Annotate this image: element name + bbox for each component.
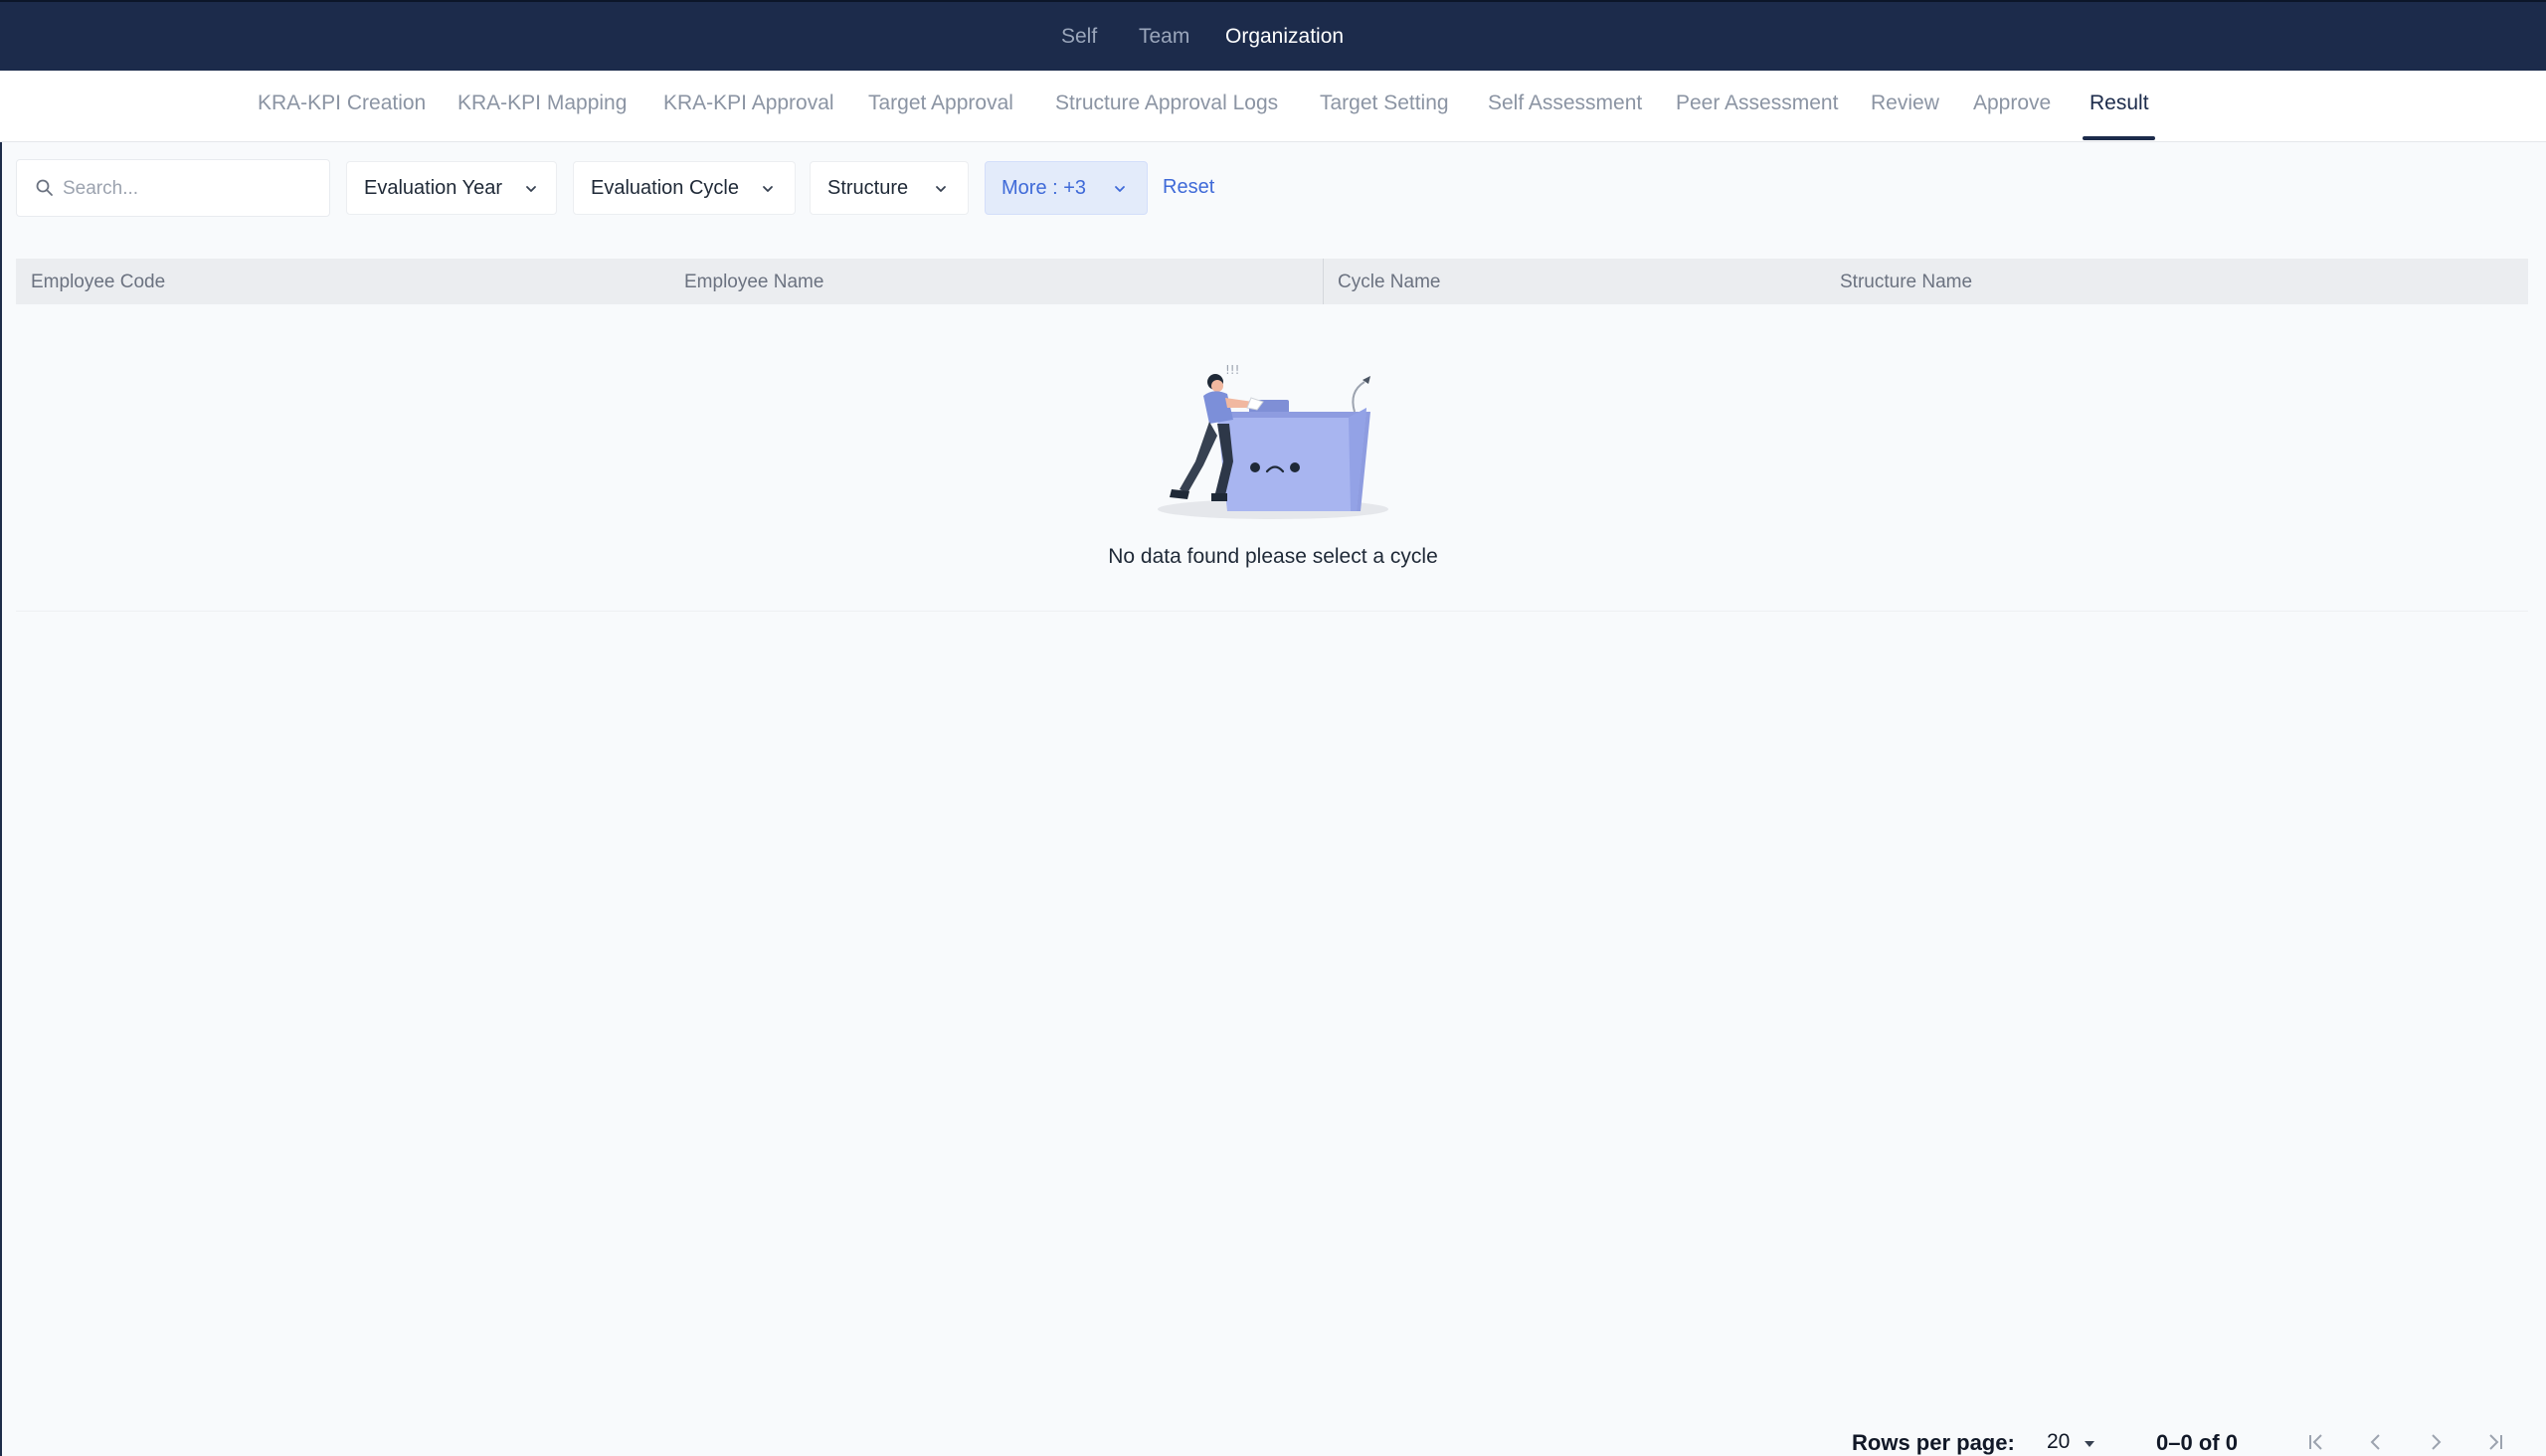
tab-approve[interactable]: Approve — [1973, 71, 2051, 141]
tab-target-setting[interactable]: Target Setting — [1320, 71, 1449, 141]
empty-state-message: No data found please select a cycle — [1108, 545, 1438, 568]
more-filters-dropdown[interactable]: More : +3 — [985, 161, 1148, 215]
structure-label: Structure — [827, 177, 909, 199]
structure-dropdown[interactable]: Structure — [810, 161, 969, 215]
tab-target-approval[interactable]: Target Approval — [868, 71, 1013, 141]
tab-self-assessment[interactable]: Self Assessment — [1488, 71, 1642, 141]
nav-item-organization-label: Organization — [1225, 24, 1345, 48]
nav-item-team[interactable]: Team — [1139, 2, 1189, 71]
column-header-employee-code[interactable]: Employee Code — [31, 272, 165, 293]
evaluation-cycle-dropdown[interactable]: Evaluation Cycle — [573, 161, 796, 215]
nav-item-self[interactable]: Self — [1061, 2, 1097, 71]
tab-kra-kpi-mapping[interactable]: KRA-KPI Mapping — [457, 71, 627, 141]
chevron-down-icon — [526, 186, 536, 192]
caret-down-icon[interactable] — [2083, 1439, 2096, 1449]
module-tabs: KRA-KPI Creation KRA-KPI Mapping KRA-KPI… — [0, 71, 2546, 142]
tab-structure-approval-logs[interactable]: Structure Approval Logs — [1055, 71, 1278, 141]
chevron-down-icon — [936, 186, 946, 192]
chevron-down-icon — [763, 186, 773, 192]
pagination-range: 0–0 of 0 — [2156, 1430, 2238, 1455]
first-page-icon[interactable] — [2300, 1428, 2332, 1456]
svg-text:!!!: !!! — [1225, 363, 1239, 377]
tab-review[interactable]: Review — [1871, 71, 1939, 141]
rows-per-page-label: Rows per page: — [1852, 1430, 2015, 1455]
more-filters-label: More : +3 — [1001, 177, 1087, 199]
search-input[interactable] — [61, 170, 313, 208]
last-page-icon[interactable] — [2479, 1428, 2511, 1456]
chevron-down-icon — [1115, 186, 1125, 192]
search-box — [16, 159, 330, 217]
evaluation-year-label: Evaluation Year — [364, 177, 503, 199]
tab-peer-assessment[interactable]: Peer Assessment — [1676, 71, 1838, 141]
tab-result[interactable]: Result — [2090, 71, 2149, 141]
next-page-icon[interactable] — [2420, 1428, 2452, 1456]
evaluation-year-dropdown[interactable]: Evaluation Year — [346, 161, 557, 215]
search-icon — [36, 179, 53, 196]
nav-item-team-label: Team — [1139, 24, 1190, 48]
evaluation-cycle-label: Evaluation Cycle — [591, 177, 739, 199]
table-header: Employee Code Employee Name Cycle Name S… — [16, 259, 2528, 304]
nav-item-organization[interactable]: Organization — [1225, 2, 1344, 71]
empty-folder-illustration: !!! — [1158, 363, 1388, 519]
top-navigation-bar: Self Team Organization — [0, 0, 2546, 71]
table-bottom-divider — [16, 611, 2528, 612]
previous-page-icon[interactable] — [2360, 1428, 2392, 1456]
tab-kra-kpi-approval[interactable]: KRA-KPI Approval — [663, 71, 834, 141]
active-tab-indicator — [2083, 136, 2155, 140]
column-resize-handle[interactable] — [1323, 259, 1324, 304]
column-header-cycle-name[interactable]: Cycle Name — [1338, 272, 1440, 293]
tab-kra-kpi-creation[interactable]: KRA-KPI Creation — [258, 71, 426, 141]
reset-filters-button[interactable]: Reset — [1163, 176, 1214, 199]
column-header-structure-name[interactable]: Structure Name — [1840, 272, 1972, 293]
column-header-employee-name[interactable]: Employee Name — [684, 272, 823, 293]
window-left-border — [0, 72, 2, 1456]
rows-per-page-select[interactable]: 20 — [2047, 1430, 2070, 1454]
nav-item-self-label: Self — [1061, 24, 1098, 48]
